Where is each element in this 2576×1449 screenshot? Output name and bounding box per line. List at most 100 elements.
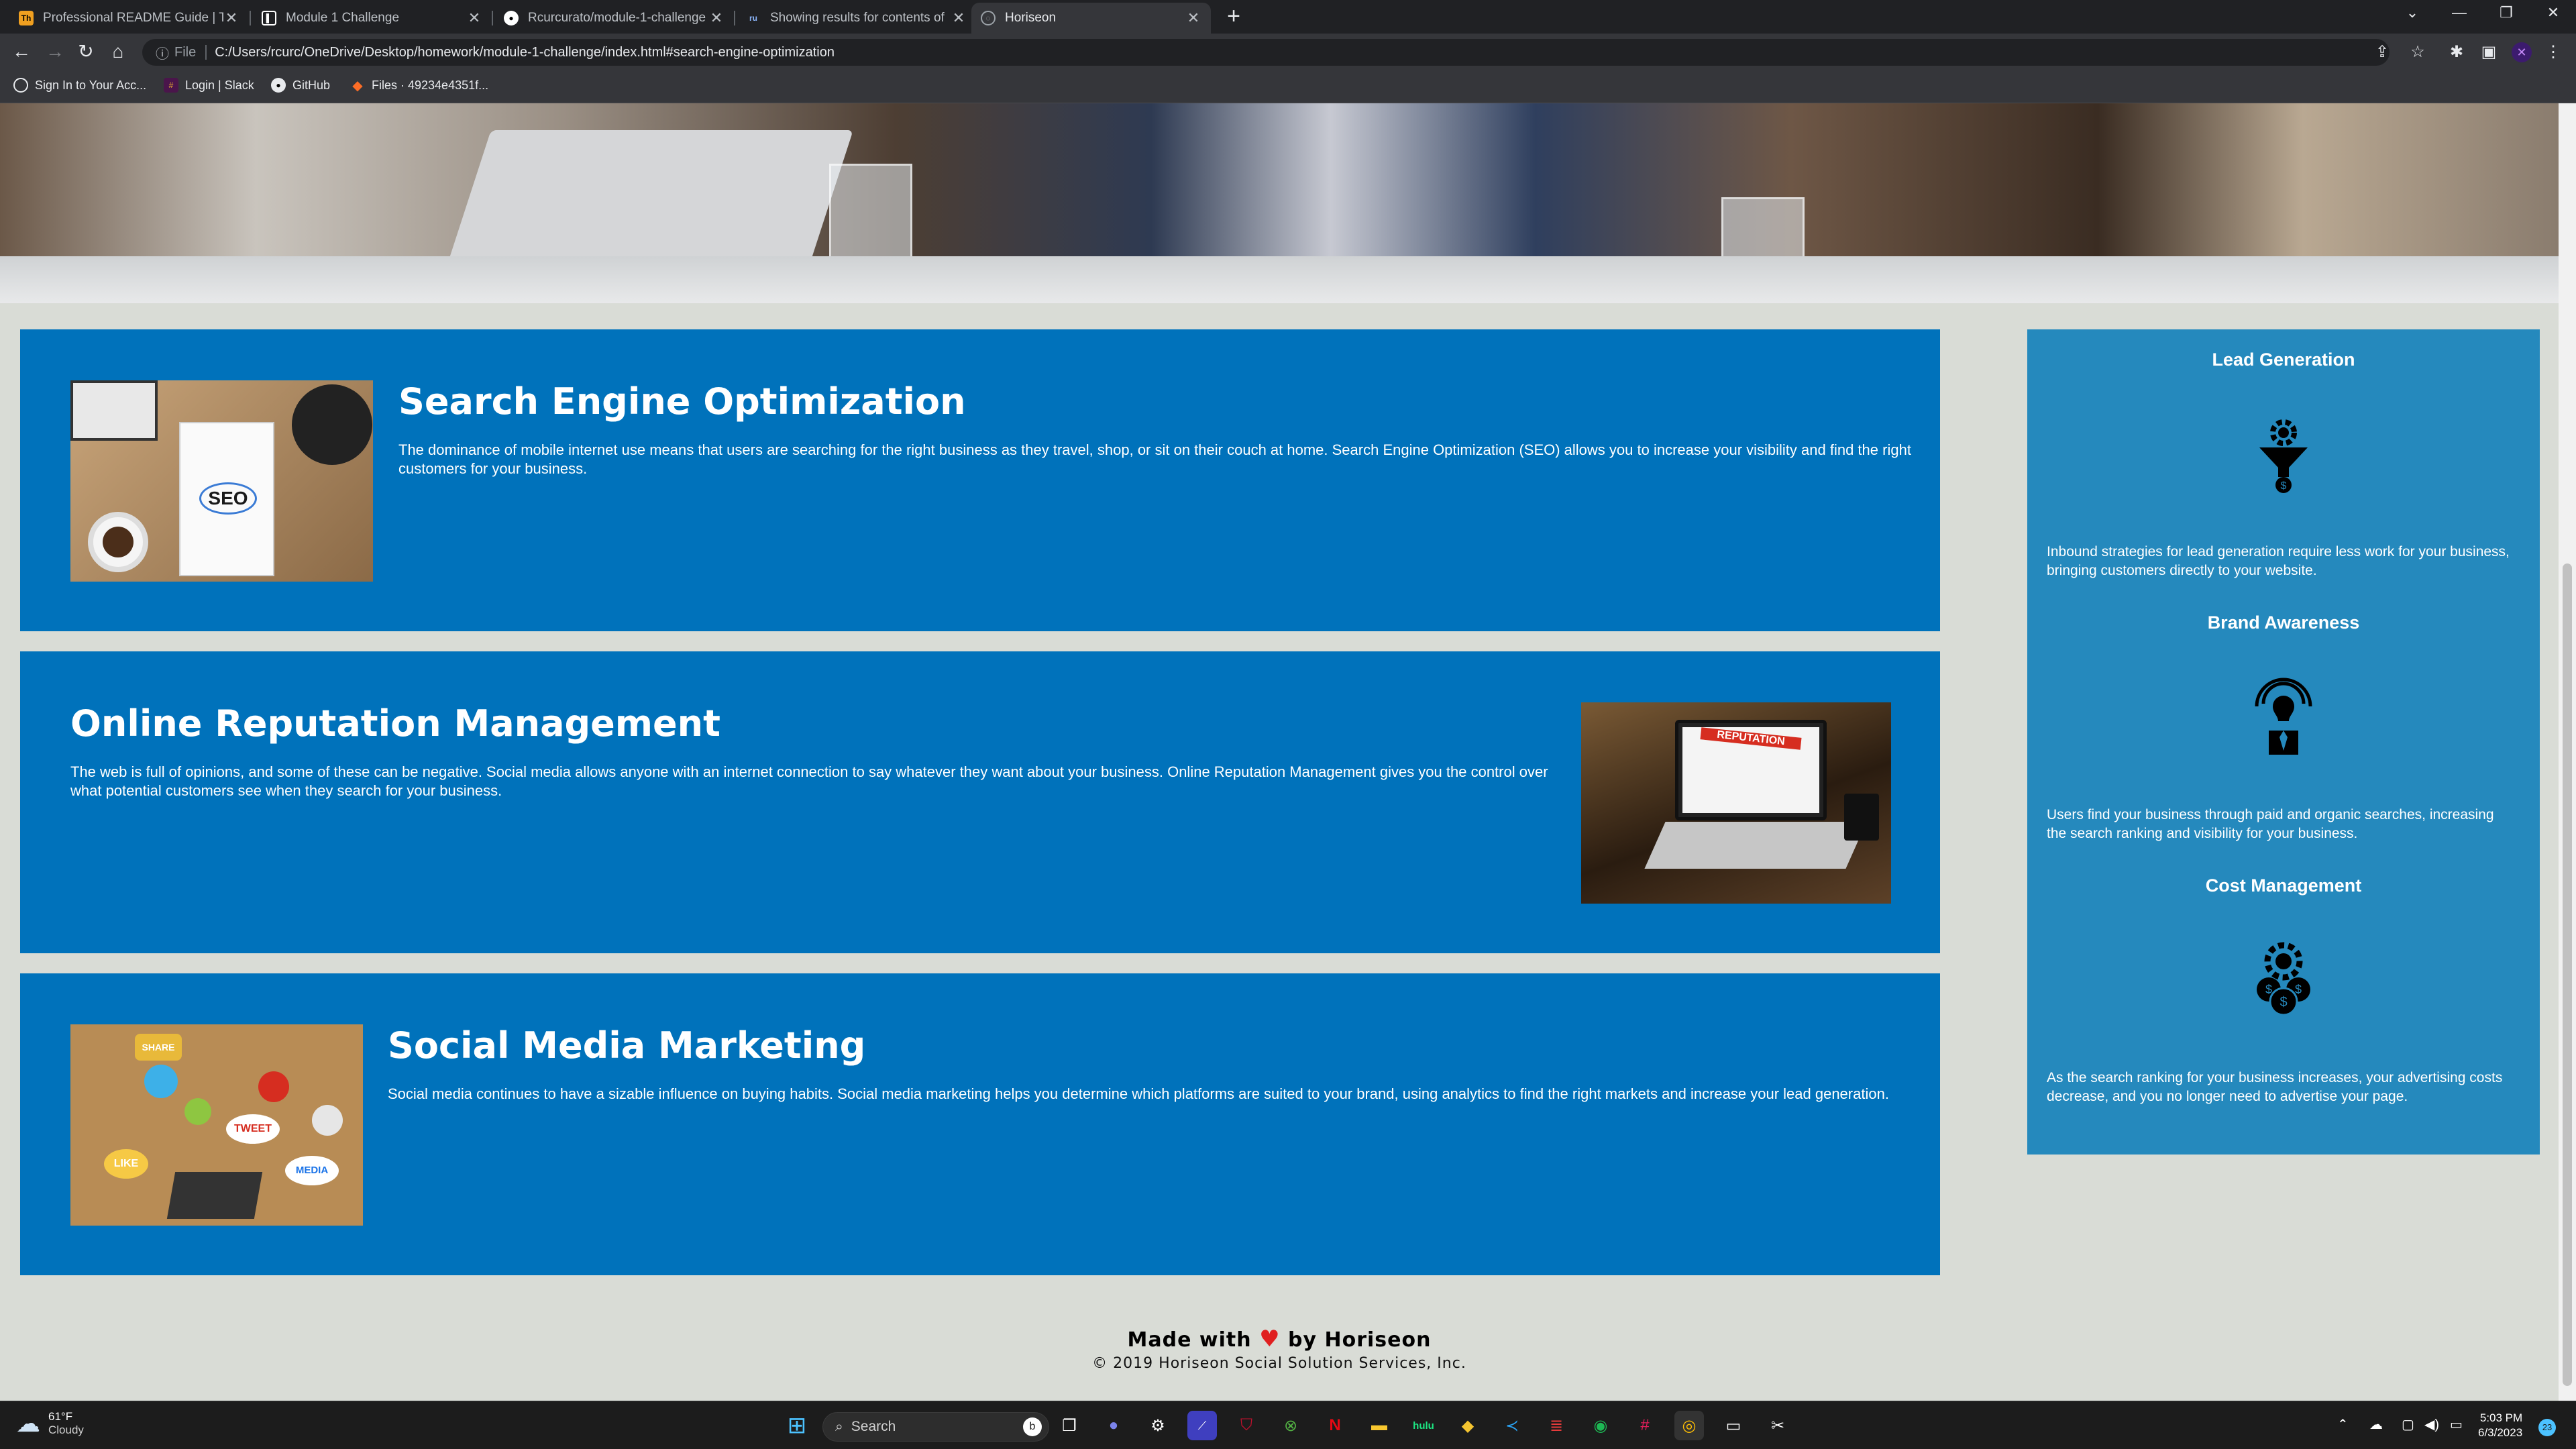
cost-management-icon: $ $ $ bbox=[2257, 942, 2310, 1016]
tab-search-results[interactable]: ru Showing results for contents of ✕ bbox=[737, 3, 976, 34]
section-title: Online Reputation Management bbox=[70, 702, 720, 745]
menu-kebab-icon[interactable]: ⋮ bbox=[2542, 42, 2564, 63]
bookmark-label: Sign In to Your Acc... bbox=[35, 78, 147, 92]
xbox-icon[interactable]: ⊗ bbox=[1276, 1411, 1305, 1440]
side-panel-icon[interactable]: ▣ bbox=[2478, 42, 2500, 63]
snipping-tool-icon[interactable]: ✂ bbox=[1763, 1411, 1792, 1440]
coffee-cup-shape bbox=[88, 512, 148, 572]
stack-app-icon[interactable]: ≣ bbox=[1542, 1411, 1571, 1440]
spotify-icon[interactable]: ◉ bbox=[1586, 1411, 1615, 1440]
info-icon[interactable]: ⓘ bbox=[156, 43, 169, 62]
tray-chevron-icon[interactable]: ⌃ bbox=[2337, 1416, 2349, 1433]
clock-date: 6/3/2023 bbox=[2478, 1426, 2523, 1439]
tray-app-icon[interactable]: ▢ bbox=[2402, 1416, 2414, 1433]
svg-text:$: $ bbox=[2279, 995, 2287, 1010]
heart-icon: ♥ bbox=[1259, 1326, 1281, 1352]
pinned-app-icon[interactable]: ◆ bbox=[1453, 1411, 1483, 1440]
grey-bubble-shape bbox=[312, 1105, 343, 1136]
battery-icon[interactable]: ▭ bbox=[2450, 1416, 2463, 1433]
cloud-icon: ☁ bbox=[16, 1409, 40, 1437]
taskbar-search[interactable]: ⌕ Search b bbox=[822, 1412, 1049, 1442]
social-media-image: SHARE TWEET LIKE MEDIA bbox=[70, 1024, 363, 1226]
bookmark-gitlab-files[interactable]: ◆ Files · 49234e4351f... bbox=[350, 78, 488, 93]
terminal-icon[interactable]: ▭ bbox=[1719, 1411, 1748, 1440]
mug-shape bbox=[1844, 794, 1879, 841]
volume-icon[interactable]: ◀) bbox=[2424, 1416, 2439, 1433]
bookmark-star-icon[interactable]: ☆ bbox=[2407, 42, 2428, 63]
bookmark-github[interactable]: ● GitHub bbox=[271, 78, 330, 93]
url-text[interactable]: C:/Users/rcurc/OneDrive/Desktop/homework… bbox=[215, 45, 835, 60]
tab-module-1-challenge[interactable]: ▌ Module 1 Challenge ✕ bbox=[252, 3, 492, 34]
profile-avatar[interactable]: ✕ bbox=[2512, 42, 2532, 62]
close-icon[interactable]: ✕ bbox=[1185, 9, 1201, 27]
start-button[interactable]: ⊞ bbox=[782, 1411, 812, 1440]
section-title: Social Media Marketing bbox=[388, 1024, 866, 1067]
weather-desc: Cloudy bbox=[48, 1424, 84, 1436]
bookmark-label: GitHub bbox=[292, 78, 331, 92]
benefit-title: Lead Generation bbox=[2212, 350, 2355, 370]
windows-taskbar: ☁ 61°F Cloudy ⊞ ⌕ Search b ❐ ● ⚙ ⟋ ⛉ ⊗ N… bbox=[0, 1401, 2576, 1449]
page-footer: Made with ♥ by Horiseon © 2019 Horiseon … bbox=[0, 1326, 2559, 1372]
bookmark-label: Files · 49234e4351f... bbox=[372, 78, 489, 92]
taskbar-search-placeholder: Search bbox=[851, 1419, 896, 1434]
forward-button[interactable]: → bbox=[44, 42, 66, 63]
address-divider bbox=[205, 45, 207, 60]
seo-word: SEO bbox=[199, 482, 257, 515]
section-text: The web is full of opinions, and some of… bbox=[70, 763, 1548, 799]
reputation-image: REPUTATION bbox=[1581, 702, 1891, 904]
github-icon: ● bbox=[271, 78, 286, 93]
netflix-icon[interactable]: N bbox=[1320, 1411, 1350, 1440]
address-bar[interactable]: ⓘ File C:/Users/rcurc/OneDrive/Desktop/h… bbox=[142, 39, 2390, 66]
bookmarks-bar: Sign In to Your Acc... # Login | Slack ●… bbox=[0, 71, 2576, 103]
seo-image: SEO bbox=[70, 380, 373, 582]
bookmark-slack[interactable]: # Login | Slack bbox=[164, 78, 254, 93]
hulu-icon[interactable]: hulu bbox=[1409, 1411, 1438, 1440]
vscode-icon[interactable]: ≺ bbox=[1497, 1411, 1527, 1440]
tab-readme-guide[interactable]: Th Professional README Guide | Th ✕ bbox=[9, 3, 249, 34]
back-button[interactable]: ← bbox=[11, 42, 32, 63]
chrome-icon[interactable]: ◎ bbox=[1674, 1411, 1704, 1440]
footer-copyright: © 2019 Horiseon Social Solution Services… bbox=[1092, 1355, 1466, 1372]
lead-generation-icon: $ bbox=[2259, 419, 2308, 493]
minimize-button[interactable]: — bbox=[2439, 4, 2479, 21]
file-explorer-icon[interactable]: ▬ bbox=[1364, 1411, 1394, 1440]
reload-button[interactable]: ↻ bbox=[75, 42, 97, 63]
doc-icon: ▌ bbox=[262, 11, 276, 25]
visual-studio-icon[interactable]: ⟋ bbox=[1187, 1411, 1217, 1440]
settings-gear-icon[interactable]: ⚙ bbox=[1143, 1411, 1173, 1440]
home-button[interactable]: ⌂ bbox=[107, 42, 129, 63]
slack-icon: # bbox=[164, 78, 178, 93]
close-icon[interactable]: ✕ bbox=[708, 9, 724, 27]
notification-badge[interactable]: 23 bbox=[2538, 1419, 2556, 1436]
tab-search-chevron-icon[interactable]: ⌄ bbox=[2392, 4, 2432, 21]
close-icon[interactable]: ✕ bbox=[223, 9, 239, 27]
benefits-sidebar: Lead Generation $ Inbound strategies for… bbox=[2027, 329, 2540, 1155]
share-icon[interactable]: ⇪ bbox=[2371, 42, 2393, 63]
close-window-button[interactable]: ✕ bbox=[2533, 4, 2573, 21]
close-icon[interactable]: ✕ bbox=[466, 9, 482, 27]
browser-tab-bar: Th Professional README Guide | Th ✕ ▌ Mo… bbox=[0, 0, 2576, 34]
tab-horiseon[interactable]: ◌ Horiseon ✕ bbox=[971, 3, 1211, 34]
page-scrollbar[interactable] bbox=[2559, 103, 2576, 1401]
section-online-reputation-management: Online Reputation Management The web is … bbox=[20, 651, 1940, 953]
file-label: File bbox=[174, 44, 197, 60]
tab-title: Horiseon bbox=[1005, 11, 1057, 25]
tab-github-repo[interactable]: ● Rcurcurato/module-1-challenge ✕ bbox=[494, 3, 734, 34]
tab-title: Rcurcurato/module-1-challenge bbox=[528, 11, 706, 25]
scrollbar-thumb[interactable] bbox=[2563, 564, 2572, 1386]
system-clock[interactable]: 5:03 PM 6/3/2023 bbox=[2478, 1411, 2522, 1440]
red-bubble-shape bbox=[258, 1071, 289, 1102]
extensions-icon[interactable]: ✱ bbox=[2446, 42, 2467, 63]
bookmark-sign-in[interactable]: Sign In to Your Acc... bbox=[13, 78, 146, 93]
close-icon[interactable]: ✕ bbox=[951, 9, 967, 27]
search-icon: ⌕ bbox=[835, 1419, 843, 1434]
onedrive-icon[interactable]: ☁ bbox=[2369, 1416, 2383, 1433]
mcafee-icon[interactable]: ⛉ bbox=[1232, 1411, 1261, 1440]
weather-widget[interactable]: ☁ 61°F Cloudy bbox=[16, 1409, 84, 1438]
teams-chat-icon[interactable]: ● bbox=[1099, 1411, 1128, 1440]
slack-icon[interactable]: # bbox=[1630, 1411, 1660, 1440]
task-view-icon[interactable]: ❐ bbox=[1055, 1411, 1084, 1440]
restore-button[interactable]: ❐ bbox=[2486, 4, 2526, 21]
section-title: Search Engine Optimization bbox=[398, 380, 966, 423]
new-tab-button[interactable]: + bbox=[1222, 5, 1245, 28]
